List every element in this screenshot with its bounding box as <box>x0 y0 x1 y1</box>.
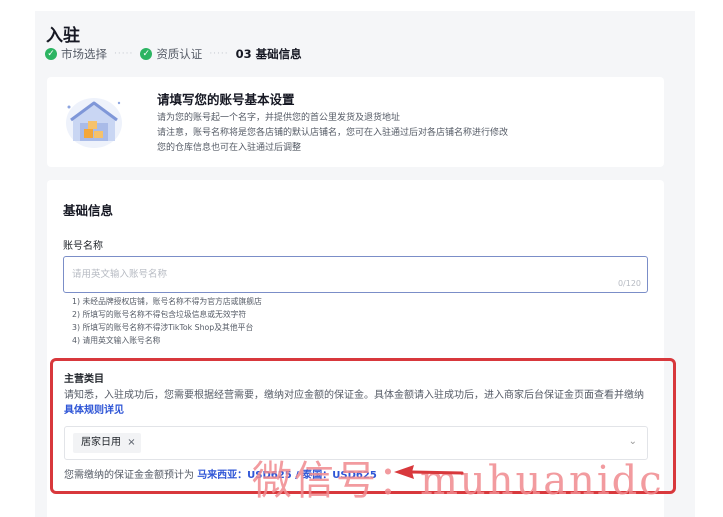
account-name-field[interactable]: 0/120 <box>63 256 648 293</box>
intro-card: 请填写您的账号基本设置 请为您的账号起一个名字，并提供您的首公里发货及退货地址 … <box>47 77 664 167</box>
step-market: ✓ 市场选择 <box>45 46 107 62</box>
intro-line: 请注意，账号名称将是您各店铺的默认店铺名，您可在入驻通过后对各店铺名称进行修改 <box>157 128 509 138</box>
account-name-label: 账号名称 <box>63 241 103 252</box>
next-card-edge <box>47 509 664 517</box>
step-label-current: 03 基础信息 <box>235 47 302 61</box>
page-title: 入驻 <box>46 26 80 46</box>
step-basic-info: 03 基础信息 <box>236 46 302 62</box>
step-divider: ····· <box>209 49 229 59</box>
hint-line: 2) 所填写的账号名称不得包含垃圾信息或无效字符 <box>72 310 247 319</box>
step-label: 市场选择 <box>61 47 107 61</box>
intro-title: 请填写您的账号基本设置 <box>157 92 295 107</box>
red-arrow-icon <box>394 465 464 479</box>
step-label: 资质认证 <box>156 47 203 61</box>
warehouse-illustration-icon <box>66 98 122 148</box>
account-name-input[interactable] <box>72 265 572 283</box>
check-icon: ✓ <box>45 48 57 60</box>
hint-line: 3) 所填写的账号名称不得涉TikTok Shop及其他平台 <box>72 323 254 332</box>
hint-line: 1) 未经品牌授权店铺，账号名称不得为官方店或旗舰店 <box>72 297 262 306</box>
intro-line: 您的仓库信息也可在入驻通过后调整 <box>157 143 302 153</box>
step-qualification: ✓ 资质认证 <box>140 46 202 62</box>
progress-steps: ✓ 市场选择 ····· ✓ 资质认证 ····· 03 基础信息 <box>45 46 302 62</box>
check-icon: ✓ <box>140 48 153 60</box>
char-counter: 0/120 <box>617 279 641 288</box>
hint-line: 4) 请用英文输入账号名称 <box>72 336 161 345</box>
section-title: 基础信息 <box>63 203 114 218</box>
step-divider: ····· <box>114 49 134 59</box>
intro-line: 请为您的账号起一个名字，并提供您的首公里发货及退货地址 <box>157 113 401 123</box>
